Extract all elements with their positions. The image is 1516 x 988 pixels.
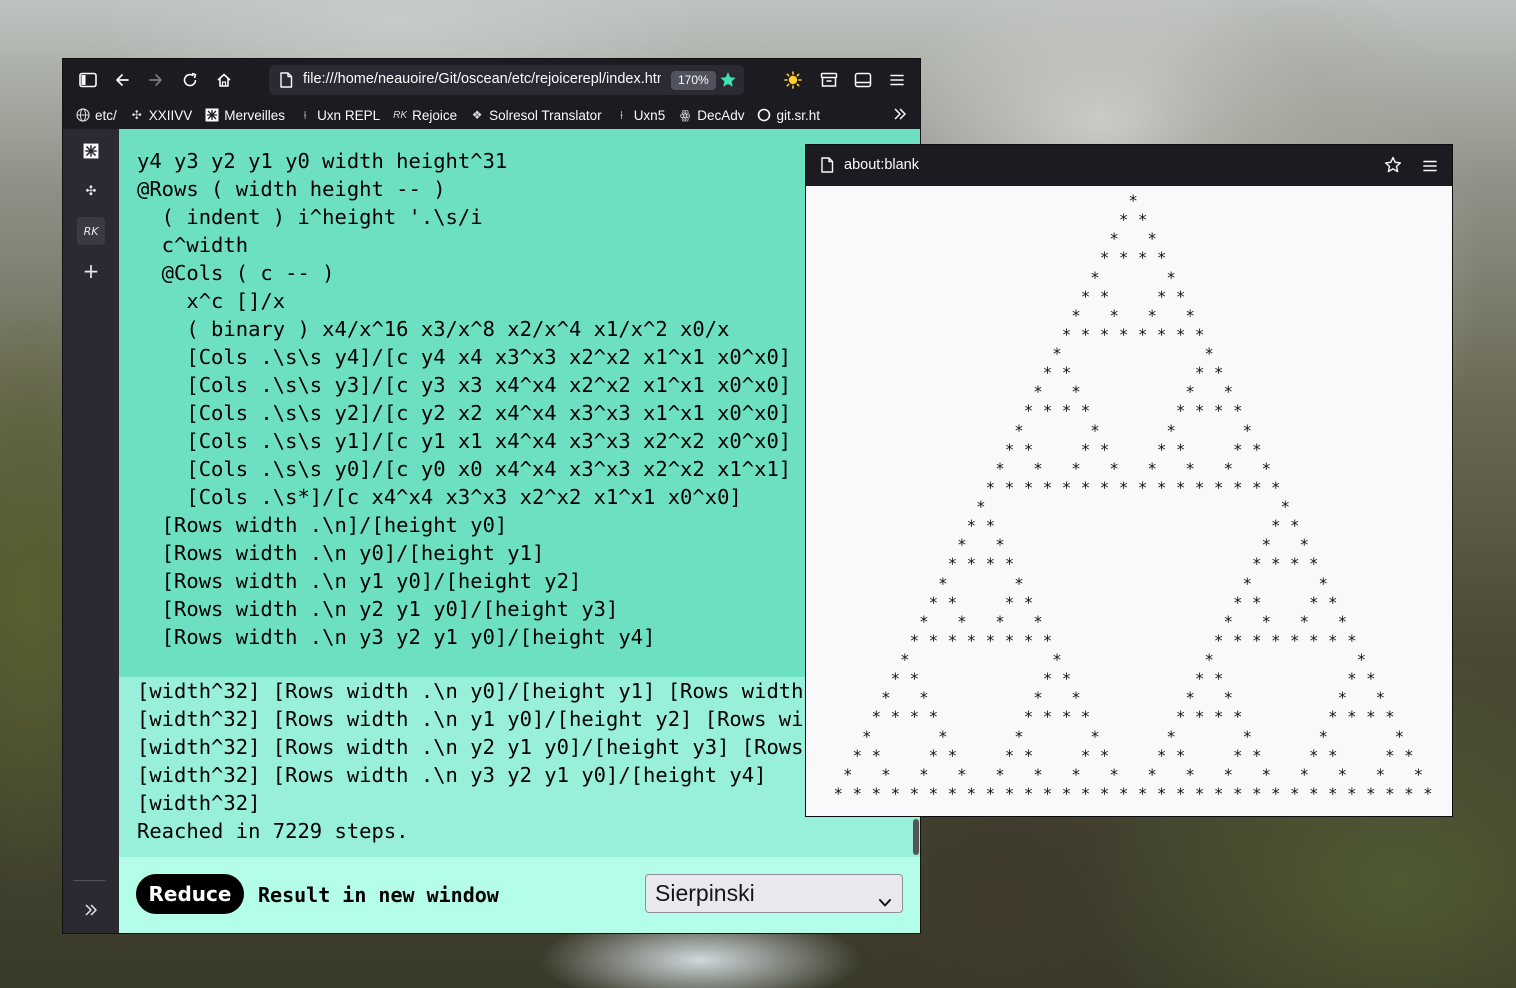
rejoice-icon: RK: [393, 109, 408, 121]
menu-icon[interactable]: [1422, 158, 1438, 177]
result-new-window-toggle[interactable]: Result in new window: [258, 883, 499, 907]
bookmark-xxiivv[interactable]: ✣ XXIIVV: [129, 107, 193, 123]
archive-icon[interactable]: [817, 68, 841, 92]
output-text: [width^32] [Rows width .\n y0]/[height y…: [137, 679, 804, 843]
back-arrow-icon[interactable]: [110, 68, 134, 92]
bookmark-label: XXIIVV: [148, 107, 193, 123]
uxn5-icon: ⟊: [620, 107, 624, 122]
bookmark-label: etc/: [95, 107, 117, 123]
decadv-icon: ꙮ: [679, 108, 691, 122]
bookmark-label: Uxn5: [633, 107, 666, 123]
bookmark-solresol[interactable]: ❖ Solresol Translator: [469, 107, 602, 123]
bookmark-label: DecAdv: [697, 107, 745, 123]
bookmark-merveilles[interactable]: Merveilles: [204, 107, 285, 123]
bookmarks-toolbar: etc/ ✣ XXIIVV Merveilles ⟊ Uxn REPL RK R…: [63, 101, 920, 129]
sun-icon[interactable]: [781, 68, 805, 92]
window-icon[interactable]: [851, 68, 875, 92]
sidebar-divider: [73, 880, 105, 881]
bookmark-label: Solresol Translator: [489, 107, 602, 123]
expand-icon[interactable]: [77, 896, 105, 924]
zoom-level-badge[interactable]: 170%: [671, 71, 716, 90]
forward-arrow-icon[interactable]: [144, 68, 168, 92]
popup-toolbar: about:blank: [806, 145, 1452, 186]
merveilles-icon: [204, 107, 220, 123]
menu-icon[interactable]: [885, 68, 909, 92]
bookmark-git-sr-ht[interactable]: git.sr.ht: [756, 107, 820, 123]
reload-icon[interactable]: [178, 68, 202, 92]
home-icon[interactable]: [212, 68, 236, 92]
bookmark-uxn-repl[interactable]: ⟊ Uxn REPL: [297, 107, 381, 123]
url-bar[interactable]: file:///home/neauoire/Git/oscean/etc/rej…: [269, 65, 744, 95]
result-popup-window: about:blank * * * * * * * * * * * * * * …: [805, 144, 1453, 817]
rejoice-icon[interactable]: RK: [77, 217, 105, 245]
xxiivv-icon[interactable]: ✣: [77, 177, 105, 205]
xxiivv-icon: ✣: [131, 108, 142, 122]
page-content: y4 y3 y2 y1 y0 width height^31 @Rows ( w…: [119, 129, 920, 933]
controls-bar: Reduce Result in new window Sierpinski: [119, 857, 920, 933]
main-browser-window: file:///home/neauoire/Git/oscean/etc/rej…: [62, 58, 921, 934]
reduce-button[interactable]: Reduce: [136, 874, 244, 914]
star-outline-icon[interactable]: [1384, 156, 1402, 178]
uxn-icon: ⟊: [303, 107, 307, 122]
bookmark-etc[interactable]: etc/: [75, 107, 117, 123]
browser-sidebar: ✣ RK +: [63, 129, 119, 933]
output-panel: [width^32] [Rows width .\n y0]/[height y…: [119, 677, 920, 857]
popup-page: * * * * * * * * * * * * * * * * * * * * …: [806, 186, 1452, 816]
circle-icon: [756, 107, 772, 123]
globe-icon: [75, 107, 91, 123]
page-icon: [820, 157, 834, 177]
sierpinski-output: * * * * * * * * * * * * * * * * * * * * …: [833, 191, 1433, 803]
plus-icon[interactable]: +: [77, 257, 105, 285]
scrollbar-thumb[interactable]: [913, 819, 919, 855]
bookmark-decadv[interactable]: ꙮ DecAdv: [677, 107, 745, 123]
bookmark-label: Rejoice: [412, 107, 458, 123]
bookmark-label: git.sr.ht: [776, 107, 821, 123]
bookmark-label: Uxn REPL: [317, 107, 381, 123]
merveilles-icon[interactable]: [77, 137, 105, 165]
star-filled-icon[interactable]: [719, 71, 737, 93]
popup-url-text[interactable]: about:blank: [844, 157, 919, 173]
example-select-value: Sierpinski: [655, 880, 755, 906]
chevron-down-icon: [878, 885, 892, 922]
sidebar-toggle-icon[interactable]: [76, 68, 100, 92]
bookmark-rejoice[interactable]: RK Rejoice: [392, 107, 457, 123]
url-text[interactable]: file:///home/neauoire/Git/oscean/etc/rej…: [303, 71, 661, 87]
bookmark-label: Merveilles: [224, 107, 286, 123]
solresol-icon: ❖: [471, 108, 483, 122]
browser-toolbar: file:///home/neauoire/Git/oscean/etc/rej…: [63, 59, 920, 101]
example-select[interactable]: Sierpinski: [645, 874, 903, 913]
chevron-double-right-icon[interactable]: [892, 106, 908, 125]
bookmark-uxn5[interactable]: ⟊ Uxn5: [614, 107, 666, 123]
page-icon: [279, 72, 293, 92]
code-text[interactable]: y4 y3 y2 y1 y0 width height^31 @Rows ( w…: [137, 147, 791, 651]
code-editor[interactable]: y4 y3 y2 y1 y0 width height^31 @Rows ( w…: [119, 129, 920, 677]
